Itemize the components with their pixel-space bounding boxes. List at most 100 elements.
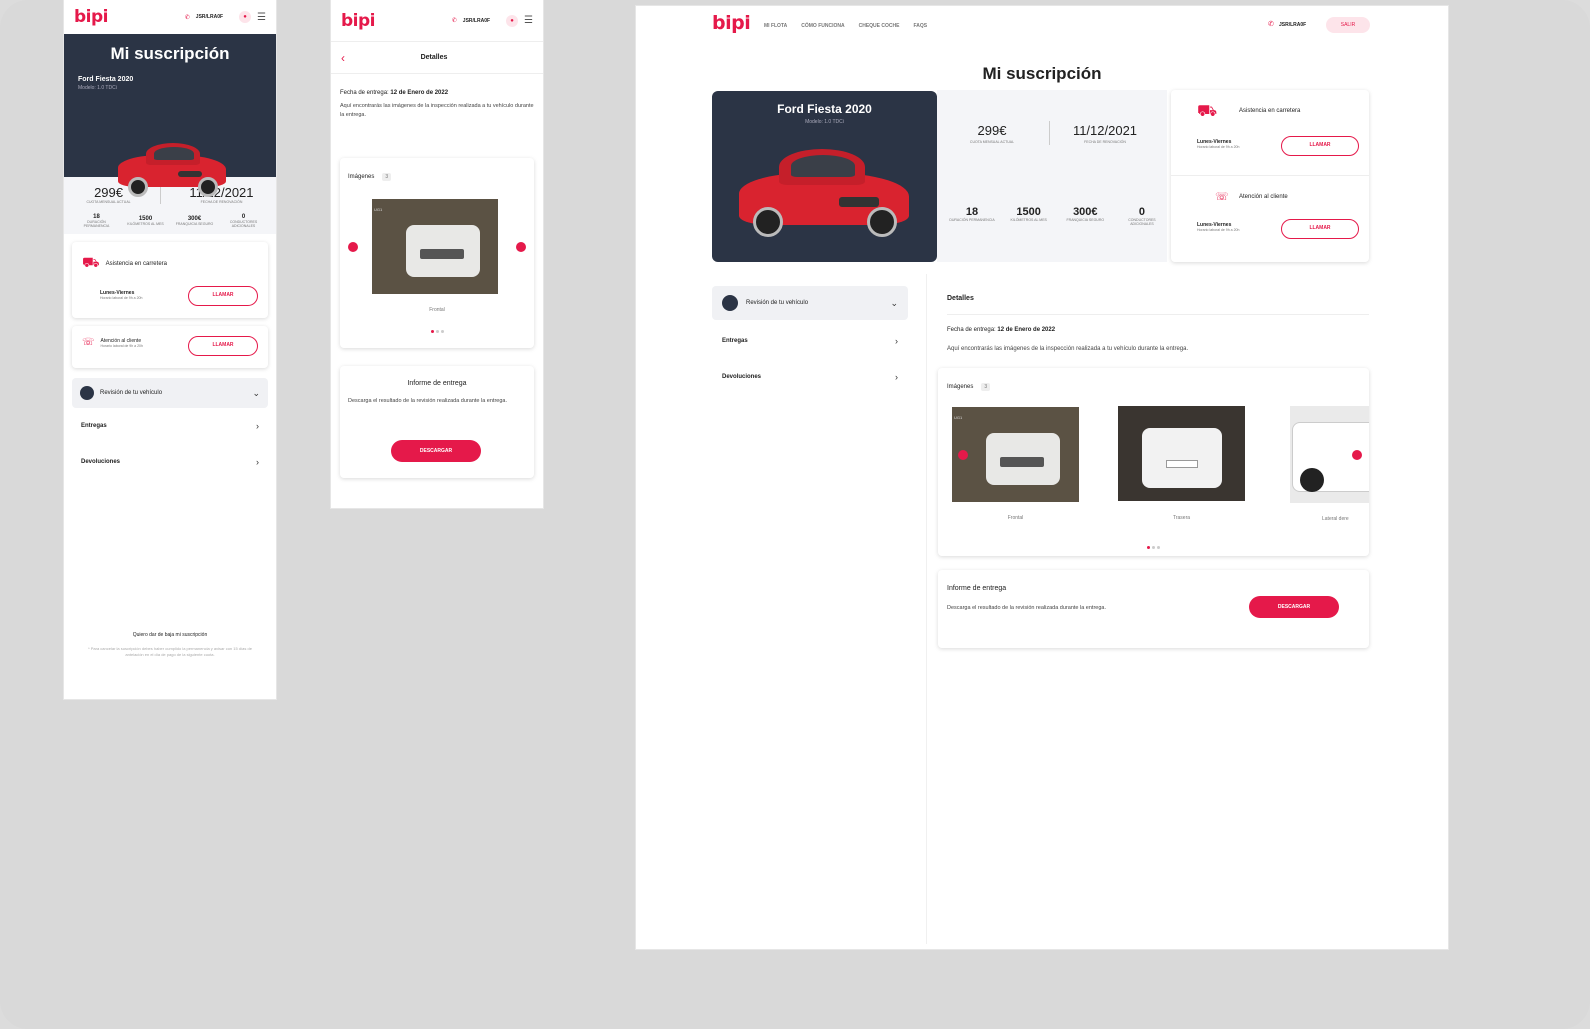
stat-label: FRANQUICIA SEGURO: [1066, 218, 1105, 222]
car-hero: Ford Fiesta 2020 Modelo: 1.0 TDCi: [712, 91, 937, 262]
nav-como-funciona[interactable]: CÓMO FUNCIONA: [801, 23, 844, 29]
call-customer-service-button[interactable]: LLAMAR: [1281, 219, 1359, 239]
hamburger-menu-icon[interactable]: ☰: [257, 12, 266, 23]
headset-icon: ☏: [1215, 191, 1229, 203]
car-model: Modelo: 1.0 TDCi: [805, 119, 844, 125]
renewal-date: 11/12/2021: [1072, 123, 1138, 138]
desktop-frame: bipi MI FLOTA CÓMO FUNCIONA CHEQUE COCHE…: [636, 6, 1448, 949]
stat-value: 0: [1138, 206, 1146, 218]
carousel-dots: [340, 320, 534, 338]
service-hours-detail: Horario laboral de 9h a 20h: [1197, 228, 1240, 232]
stat-value: 18: [965, 206, 979, 218]
carousel-next-icon[interactable]: [516, 242, 526, 252]
phone-icon: ✆: [451, 18, 457, 24]
carousel-next-icon[interactable]: [1352, 450, 1362, 460]
stat-label: DURACIÓN PERMANENCIA: [949, 218, 995, 222]
chevron-right-icon: ›: [256, 457, 259, 467]
images-count-badge: 3: [382, 173, 392, 181]
unsubscribe-note: * Para cancelar la suscripción debes hab…: [88, 646, 252, 657]
details-description: Aquí encontrarás las imágenes de la insp…: [947, 346, 1189, 352]
logo[interactable]: bipi: [712, 12, 751, 34]
renewal-caption: FECHA DE RENOVACIÓN: [1084, 140, 1126, 144]
user-icon[interactable]: ●: [239, 11, 252, 23]
download-report-button[interactable]: DESCARGAR: [1249, 596, 1339, 618]
hamburger-menu-icon[interactable]: ☰: [524, 15, 533, 26]
headset-icon: ☏: [82, 337, 95, 348]
menu-item-devoluciones[interactable]: Devoluciones ›: [712, 360, 908, 394]
car-review-icon: [722, 295, 738, 311]
images-title: Imágenes: [348, 174, 375, 180]
vehicle-review-accordion[interactable]: Revisión de tu vehículo ⌄: [712, 286, 908, 320]
vehicle-photo-trasera[interactable]: [1118, 406, 1245, 501]
service-hours-detail: Horario laboral de 9h a 20h: [100, 296, 143, 300]
vehicle-photo-frontal[interactable]: UG1: [372, 199, 498, 294]
back-arrow-icon[interactable]: ‹: [341, 51, 345, 65]
call-roadside-button[interactable]: LLAMAR: [1281, 136, 1359, 156]
service-title: Atención al cliente: [1239, 194, 1288, 200]
phone-number[interactable]: JSR/LRA0F: [196, 14, 223, 20]
car-review-icon: [80, 386, 94, 400]
accordion-label: Revisión de tu vehículo: [100, 390, 163, 396]
delivery-date: 12 de Enero de 2022: [997, 327, 1056, 333]
mobile-header: bipi ✆ JSR/LRA0F ● ☰: [64, 0, 276, 34]
subscription-panel: Ford Fiesta 2020 Modelo: 1.0 TDCi 299€ C…: [712, 90, 1369, 262]
mobile-details-frame: bipi ✆ JSR/LRA0F ● ☰ ‹ Detalles Fecha de…: [331, 0, 543, 508]
service-title: Asistencia en carretera: [1239, 108, 1301, 114]
call-roadside-button[interactable]: LLAMAR: [188, 286, 258, 306]
menu-item-label: Entregas: [722, 338, 748, 344]
photo-stamp: UG1: [954, 415, 963, 420]
sidebar-divider: [926, 274, 927, 944]
tow-truck-icon: ⛟: [1197, 103, 1218, 120]
service-title: Asistencia en carretera: [105, 260, 167, 267]
nav-faqs[interactable]: FAQS: [913, 23, 927, 29]
mobile-subscription-frame: bipi ✆ JSR/LRA0F ● ☰ Mi suscripción Ford…: [64, 0, 276, 699]
details-divider: [947, 314, 1369, 315]
car-name: Ford Fiesta 2020: [777, 102, 872, 116]
car-name: Ford Fiesta 2020: [78, 76, 134, 83]
subscription-summary: 299€ CUOTA MENSUAL ACTUAL 11/12/2021 FEC…: [937, 90, 1167, 262]
menu-item-devoluciones[interactable]: Devoluciones ›: [72, 444, 268, 480]
logout-button[interactable]: SALIR: [1326, 17, 1370, 33]
stats-row: 18 DURACIÓN PERMANENCIA 1500 KILÓMETROS AL…: [72, 214, 268, 228]
delivery-date: 12 de Enero de 2022: [390, 90, 449, 96]
vehicle-photo-frontal[interactable]: UG1: [952, 407, 1079, 502]
call-customer-service-button[interactable]: LLAMAR: [188, 336, 258, 356]
photo-stamp: UG1: [374, 207, 383, 212]
phone-number[interactable]: JSR/LRA0F: [463, 18, 490, 24]
mobile-header: bipi ✆ JSR/LRA0F ● ☰: [331, 0, 543, 42]
tow-truck-icon: ⛟: [82, 254, 100, 270]
delivery-report-card: Informe de entrega Descarga el resultado…: [340, 366, 534, 478]
unsubscribe-link[interactable]: Quiero dar de baja mi suscripción: [64, 632, 276, 638]
chevron-right-icon: ›: [895, 336, 898, 346]
page-title: Mi suscripción: [982, 64, 1102, 83]
services-card: ⛟ Asistencia en carretera Lunes-Viernes …: [1171, 90, 1369, 262]
roadside-assistance: ⛟ Asistencia en carretera Lunes-Viernes …: [1171, 90, 1369, 176]
images-title: Imágenes: [947, 384, 974, 390]
images-card: Imágenes 3 UG1 Frontal: [340, 158, 534, 348]
nav-mi-flota[interactable]: MI FLOTA: [764, 23, 787, 29]
menu-item-entregas[interactable]: Entregas ›: [712, 324, 908, 358]
carousel-prev-icon[interactable]: [348, 242, 358, 252]
carousel-prev-icon[interactable]: [958, 450, 968, 460]
service-hours-detail: Horario laboral de 9h a 20h: [100, 343, 143, 348]
logo[interactable]: bipi: [341, 11, 376, 31]
phone-number[interactable]: JSR/LRA0F: [1279, 22, 1306, 28]
stat-value: 1500: [1016, 206, 1041, 218]
user-icon[interactable]: ●: [506, 14, 519, 27]
phone-icon: ✆: [184, 14, 190, 21]
menu-item-label: Devoluciones: [81, 459, 121, 465]
details-topbar: ‹ Detalles: [331, 42, 543, 74]
details-page-title: Detalles: [420, 54, 448, 61]
logo[interactable]: bipi: [74, 7, 109, 27]
menu-item-entregas[interactable]: Entregas ›: [72, 408, 268, 444]
nav-cheque-coche[interactable]: CHEQUE COCHE: [859, 23, 900, 29]
report-text: Descarga el resultado de la revisión rea…: [348, 398, 507, 404]
vehicle-review-accordion[interactable]: Revisión de tu vehículo ⌄: [72, 378, 268, 408]
chevron-right-icon: ›: [895, 372, 898, 382]
accordion-label: Revisión de tu vehículo: [746, 300, 809, 306]
desktop-header: bipi MI FLOTA CÓMO FUNCIONA CHEQUE COCHE…: [636, 6, 1448, 50]
download-report-button[interactable]: DESCARGAR: [391, 440, 481, 462]
images-card: Imágenes 3 UG1 Frontal Trasera Lateral d…: [938, 368, 1369, 556]
divider: [1049, 121, 1050, 145]
stat-label: CONDUCTORES ADICIONALES: [1128, 218, 1156, 226]
